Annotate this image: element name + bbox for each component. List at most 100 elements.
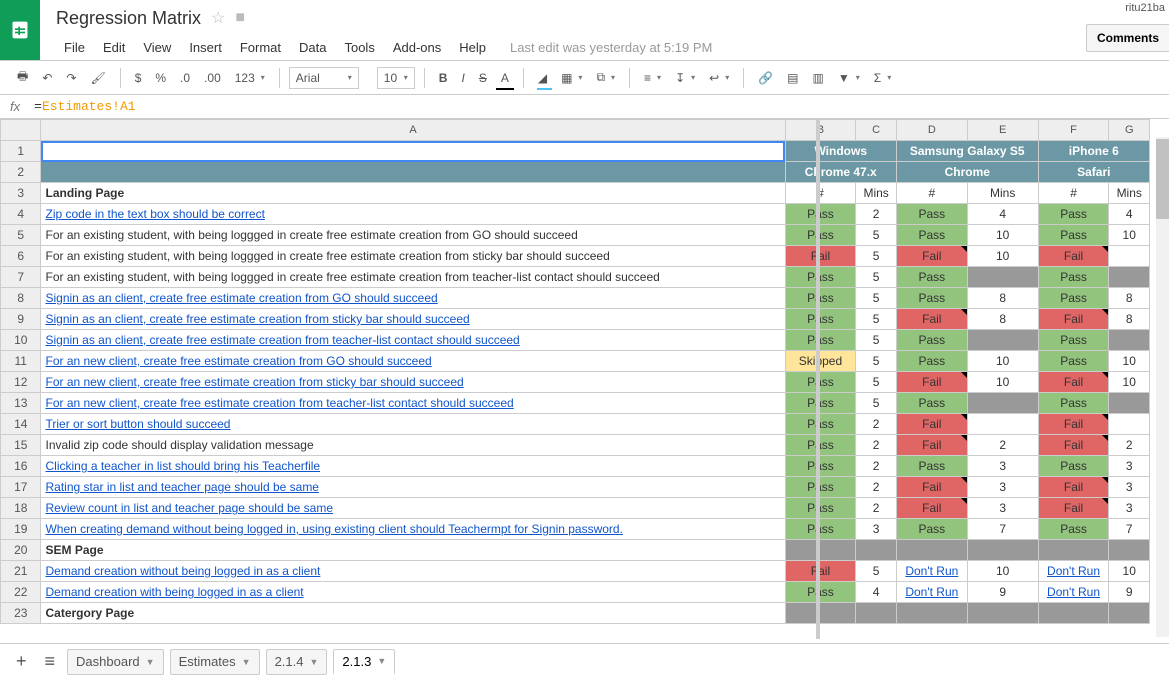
cell-e18[interactable]: 3 xyxy=(967,498,1038,519)
sheet-tab-Estimates[interactable]: Estimates▼ xyxy=(170,649,260,675)
cell-e12[interactable]: 10 xyxy=(967,372,1038,393)
cell-d21[interactable]: Don't Run xyxy=(896,561,967,582)
browser-chrome47[interactable]: Chrome 47.x xyxy=(785,162,896,183)
row-12[interactable]: 12For an new client, create free estimat… xyxy=(1,372,1150,393)
cell-a8[interactable]: Signin as an client, create free estimat… xyxy=(41,288,785,309)
cell-a16[interactable]: Clicking a teacher in list should bring … xyxy=(41,456,785,477)
cell-g7[interactable] xyxy=(1109,267,1150,288)
col-header-d[interactable]: D xyxy=(896,120,967,141)
cell-b18[interactable]: Pass xyxy=(785,498,856,519)
cell-c19[interactable]: 3 xyxy=(856,519,896,540)
sheets-logo[interactable] xyxy=(0,0,40,60)
cell-f4[interactable]: Pass xyxy=(1038,204,1109,225)
cell-b22[interactable]: Pass xyxy=(785,582,856,603)
functions-icon[interactable]: Σ xyxy=(869,68,896,88)
cell-e22[interactable]: 9 xyxy=(967,582,1038,603)
horizontal-align-icon[interactable]: ≡ xyxy=(639,68,666,88)
subheader-f[interactable]: # xyxy=(1038,183,1109,204)
bold-icon[interactable]: B xyxy=(434,68,453,88)
cell-g14[interactable] xyxy=(1109,414,1150,435)
print-icon[interactable]: 🖶 xyxy=(12,64,33,91)
cell-e7[interactable] xyxy=(967,267,1038,288)
cell-b7[interactable]: Pass xyxy=(785,267,856,288)
cell-g5[interactable]: 10 xyxy=(1109,225,1150,246)
row-16[interactable]: 16Clicking a teacher in list should brin… xyxy=(1,456,1150,477)
cell-d16[interactable]: Pass xyxy=(896,456,967,477)
row-18[interactable]: 18Review count in list and teacher page … xyxy=(1,498,1150,519)
col-header-a[interactable]: A xyxy=(41,120,785,141)
cell-f19[interactable]: Pass xyxy=(1038,519,1109,540)
cell-g12[interactable]: 10 xyxy=(1109,372,1150,393)
menu-view[interactable]: View xyxy=(135,36,179,59)
cell-e5[interactable]: 10 xyxy=(967,225,1038,246)
menu-help[interactable]: Help xyxy=(451,36,494,59)
cell-b11[interactable]: Skipped xyxy=(785,351,856,372)
cell-f9[interactable]: Fail xyxy=(1038,309,1109,330)
cell-f17[interactable]: Fail xyxy=(1038,477,1109,498)
cell-a1[interactable] xyxy=(41,141,785,162)
cell-c18[interactable]: 2 xyxy=(856,498,896,519)
row-19[interactable]: 19When creating demand without being log… xyxy=(1,519,1150,540)
cell-a6[interactable]: For an existing student, with being logg… xyxy=(41,246,785,267)
text-color-icon[interactable]: A xyxy=(496,68,514,88)
cell-e4[interactable]: 4 xyxy=(967,204,1038,225)
cell-e11[interactable]: 10 xyxy=(967,351,1038,372)
row-17[interactable]: 17Rating star in list and teacher page s… xyxy=(1,477,1150,498)
more-formats-dropdown[interactable]: 123 xyxy=(230,68,270,88)
font-size-dropdown[interactable]: 10▾ xyxy=(377,67,415,89)
menu-tools[interactable]: Tools xyxy=(336,36,382,59)
italic-icon[interactable]: I xyxy=(456,68,469,88)
cell-a5[interactable]: For an existing student, with being logg… xyxy=(41,225,785,246)
fill-color-icon[interactable]: ◢ xyxy=(533,68,552,88)
cell-d6[interactable]: Fail xyxy=(896,246,967,267)
cell-a7[interactable]: For an existing student, with being logg… xyxy=(41,267,785,288)
row-21[interactable]: 21Demand creation without being logged i… xyxy=(1,561,1150,582)
cell-f12[interactable]: Fail xyxy=(1038,372,1109,393)
select-all-corner[interactable] xyxy=(1,120,41,141)
col-header-f[interactable]: F xyxy=(1038,120,1109,141)
row-4[interactable]: 4Zip code in the text box should be corr… xyxy=(1,204,1150,225)
insert-link-icon[interactable]: 🔗 xyxy=(753,68,778,88)
formula-bar[interactable]: fx =Estimates!A1 xyxy=(0,95,1169,119)
subheader-d[interactable]: # xyxy=(896,183,967,204)
cell-b16[interactable]: Pass xyxy=(785,456,856,477)
cell-g17[interactable]: 3 xyxy=(1109,477,1150,498)
menu-format[interactable]: Format xyxy=(232,36,289,59)
cell-a18[interactable]: Review count in list and teacher page sh… xyxy=(41,498,785,519)
row-8[interactable]: 8Signin as an client, create free estima… xyxy=(1,288,1150,309)
cell-e19[interactable]: 7 xyxy=(967,519,1038,540)
filter-icon[interactable]: ▼ xyxy=(833,68,865,88)
browser-chrome[interactable]: Chrome xyxy=(896,162,1038,183)
cell-d13[interactable]: Pass xyxy=(896,393,967,414)
cell-c11[interactable]: 5 xyxy=(856,351,896,372)
cell-f18[interactable]: Fail xyxy=(1038,498,1109,519)
cell-d22[interactable]: Don't Run xyxy=(896,582,967,603)
row-20[interactable]: 20SEM Page xyxy=(1,540,1150,561)
cell-f14[interactable]: Fail xyxy=(1038,414,1109,435)
decimal-decrease-icon[interactable]: .0 xyxy=(175,68,195,88)
cell-c8[interactable]: 5 xyxy=(856,288,896,309)
cell-g4[interactable]: 4 xyxy=(1109,204,1150,225)
row-14[interactable]: 14Trier or sort button should succeedPas… xyxy=(1,414,1150,435)
vertical-scrollbar[interactable] xyxy=(1156,137,1169,637)
spreadsheet-grid[interactable]: A B C D E F G 1 Windows Samsung Galaxy S… xyxy=(0,119,1169,639)
menu-insert[interactable]: Insert xyxy=(181,36,230,59)
cell-b13[interactable]: Pass xyxy=(785,393,856,414)
font-family-dropdown[interactable]: Arial▾ xyxy=(289,67,359,89)
row-9[interactable]: 9Signin as an client, create free estima… xyxy=(1,309,1150,330)
strikethrough-icon[interactable]: S xyxy=(474,68,492,88)
cell-c5[interactable]: 5 xyxy=(856,225,896,246)
cell-c7[interactable]: 5 xyxy=(856,267,896,288)
cell-c9[interactable]: 5 xyxy=(856,309,896,330)
cell-g11[interactable]: 10 xyxy=(1109,351,1150,372)
cell-d7[interactable]: Pass xyxy=(896,267,967,288)
cell-a20[interactable]: SEM Page xyxy=(41,540,785,561)
cell-g18[interactable]: 3 xyxy=(1109,498,1150,519)
cell-a19[interactable]: When creating demand without being logge… xyxy=(41,519,785,540)
text-wrap-icon[interactable]: ↩ xyxy=(704,68,734,88)
row-23[interactable]: 23Catergory Page xyxy=(1,603,1150,624)
cell-a21[interactable]: Demand creation without being logged in … xyxy=(41,561,785,582)
cell-c17[interactable]: 2 xyxy=(856,477,896,498)
cell-g10[interactable] xyxy=(1109,330,1150,351)
cell-c4[interactable]: 2 xyxy=(856,204,896,225)
